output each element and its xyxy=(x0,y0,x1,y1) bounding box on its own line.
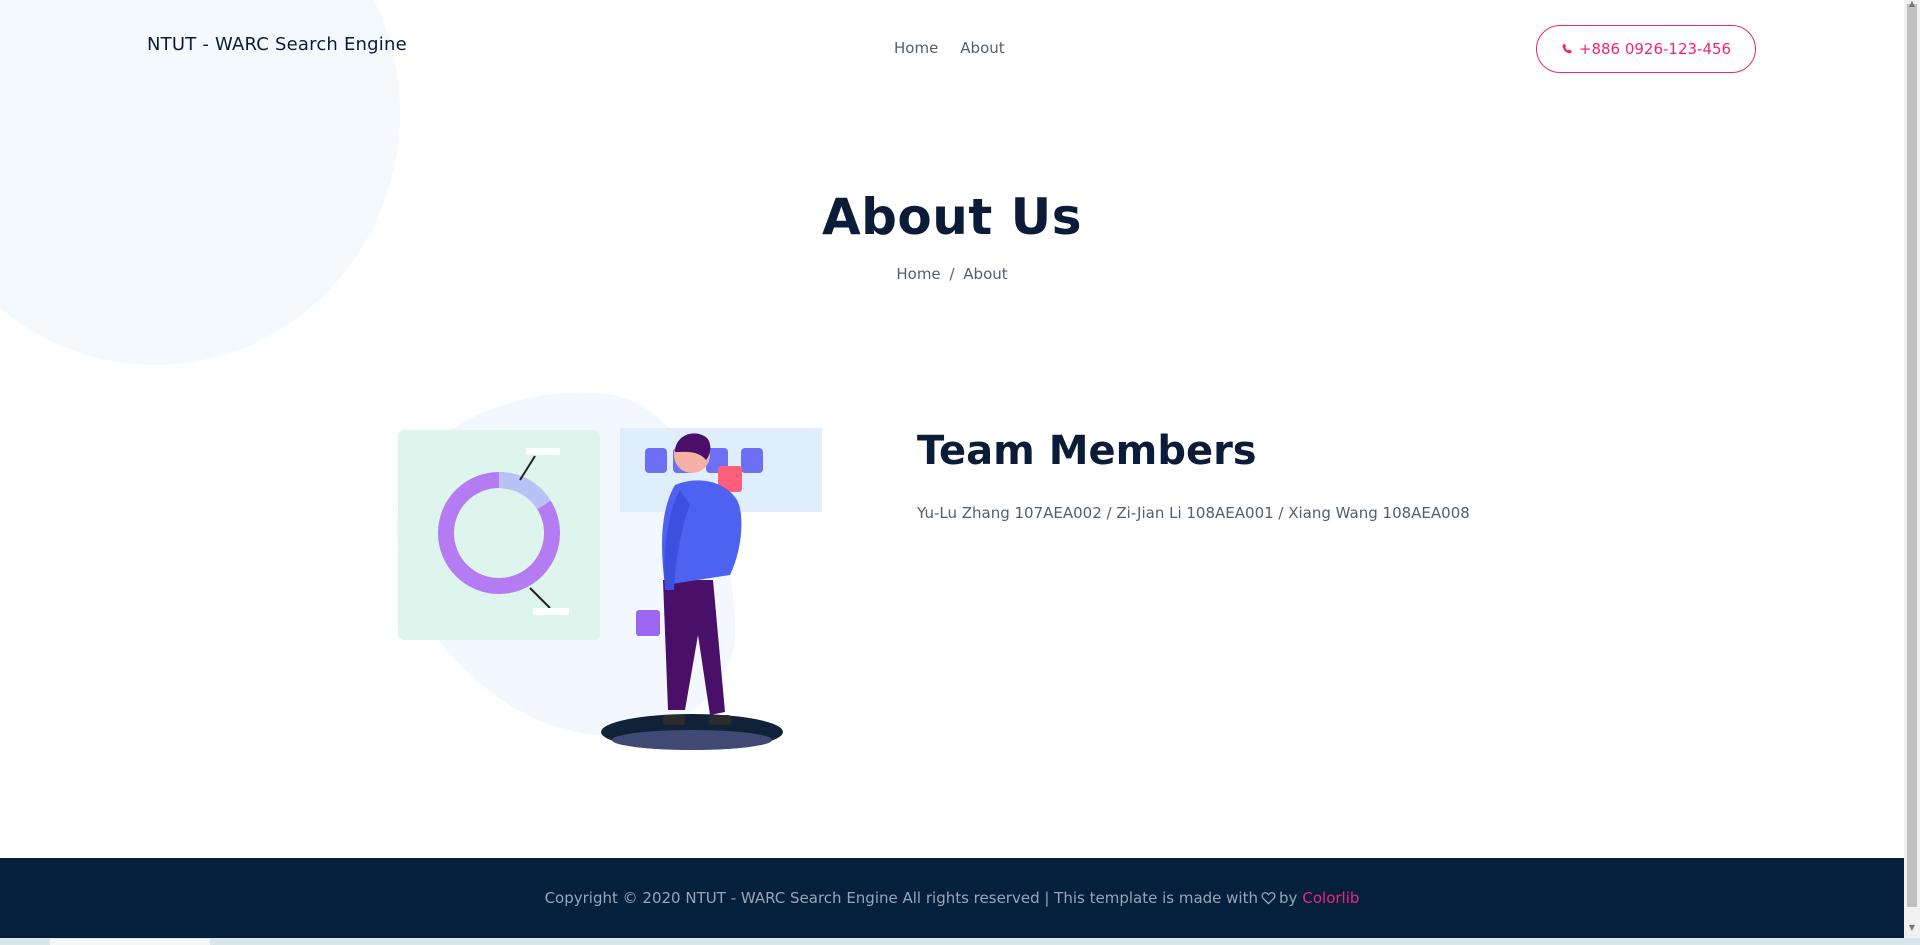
page: NTUT - WARC Search Engine Home About +88… xyxy=(0,0,1904,945)
brand-logo-link[interactable]: NTUT - WARC Search Engine xyxy=(147,34,407,55)
phone-button[interactable]: +886 0926-123-456 xyxy=(1536,25,1756,73)
team-illustration xyxy=(396,392,822,750)
nav-item-about[interactable]: About xyxy=(960,39,1004,57)
phone-number-label: +886 0926-123-456 xyxy=(1578,40,1732,58)
taskbar-strip xyxy=(0,938,1920,945)
nav-item-home[interactable]: Home xyxy=(894,39,938,57)
breadcrumb-home[interactable]: Home xyxy=(896,265,940,283)
scroll-down-arrow-icon[interactable]: ▼ xyxy=(1906,922,1918,934)
heart-outline-icon xyxy=(1261,892,1276,905)
page-title: About Us xyxy=(821,188,1083,246)
breadcrumb: Home / About xyxy=(0,265,1904,283)
main-nav: Home About xyxy=(894,39,1005,57)
footer: Copyright © 2020 NTUT - WARC Search Engi… xyxy=(0,858,1904,938)
scrollbar-thumb[interactable] xyxy=(1907,4,1917,907)
team-section-title: Team Members xyxy=(917,428,1257,474)
by-label: by xyxy=(1278,889,1298,907)
copyright-text: Copyright © 2020 NTUT - WARC Search Engi… xyxy=(544,889,1258,907)
breadcrumb-separator: / xyxy=(949,265,955,283)
chart-card xyxy=(398,430,600,640)
phone-icon xyxy=(1562,43,1572,54)
scroll-up-arrow-icon[interactable]: ▲ xyxy=(1906,0,1918,10)
breadcrumb-about[interactable]: About xyxy=(963,265,1007,283)
team-members-text: Yu-Lu Zhang 107AEA002 / Zi-Jian Li 108AE… xyxy=(917,504,1470,522)
taskbar-item[interactable] xyxy=(50,939,210,945)
colorlib-link[interactable]: Colorlib xyxy=(1302,889,1359,907)
